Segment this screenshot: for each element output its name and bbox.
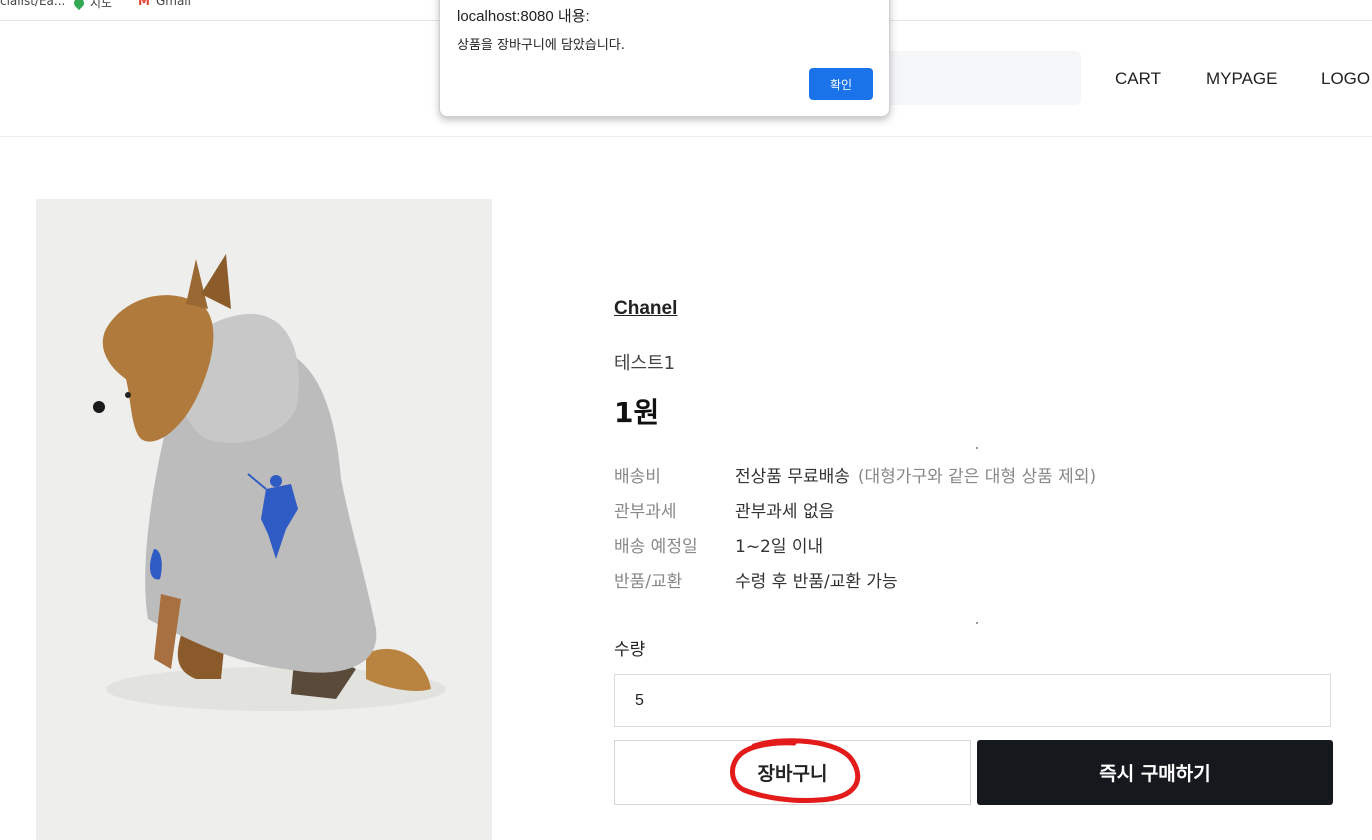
bookmark-label: cialist/Ea...	[0, 0, 66, 8]
info-note: (대형가구와 같은 대형 상품 제외)	[857, 467, 1097, 487]
nav-mypage[interactable]: MYPAGE	[1206, 69, 1277, 89]
dog-hoodie-illustration	[93, 254, 446, 711]
add-to-cart-button[interactable]: 장바구니	[614, 740, 971, 805]
product-price: 1원	[614, 396, 660, 429]
buy-now-button[interactable]: 즉시 구매하기	[977, 740, 1333, 805]
brand-link[interactable]: Chanel	[614, 298, 677, 320]
info-label: 반품/교환	[614, 572, 683, 592]
nav-cart[interactable]: CART	[1115, 69, 1161, 89]
info-label: 관부과세	[614, 502, 677, 522]
info-label: 배송 예정일	[614, 537, 698, 557]
bookmark-label: Gmail	[155, 0, 191, 8]
product-name: 테스트1	[614, 353, 676, 374]
info-value: 관부과세 없음	[735, 502, 835, 522]
dialog-message: 상품을 장바구니에 담았습니다.	[457, 38, 625, 53]
bookmark-item[interactable]: cialist/Ea...	[0, 0, 65, 8]
divider	[976, 447, 978, 449]
nav-logout[interactable]: LOGO	[1321, 69, 1370, 89]
add-to-cart-label: 장바구니	[757, 763, 828, 785]
bookmark-gmail[interactable]: M Gmail	[138, 0, 191, 8]
buy-now-label: 즉시 구매하기	[1099, 763, 1211, 785]
quantity-input[interactable]	[614, 674, 1331, 727]
info-value: 전상품 무료배송 (대형가구와 같은 대형 상품 제외)	[735, 467, 1097, 487]
info-value: 수령 후 반품/교환 가능	[735, 572, 898, 592]
info-label: 배송비	[614, 467, 661, 487]
product-image	[36, 199, 492, 840]
bookmark-label: 지도	[90, 0, 113, 10]
divider	[976, 622, 978, 624]
dialog-title: localhost:8080 내용:	[457, 8, 590, 25]
dialog-ok-label: 확인	[829, 77, 853, 92]
quantity-label: 수량	[614, 640, 646, 660]
gmail-icon: M	[138, 0, 150, 8]
info-value: 1~2일 이내	[735, 537, 824, 557]
map-pin-icon	[71, 0, 87, 10]
search-input[interactable]	[860, 51, 1081, 105]
alert-dialog: localhost:8080 내용: 상품을 장바구니에 담았습니다. 확인	[439, 0, 890, 117]
bookmark-maps[interactable]: 지도	[71, 0, 113, 11]
dialog-ok-button[interactable]: 확인	[809, 68, 873, 100]
